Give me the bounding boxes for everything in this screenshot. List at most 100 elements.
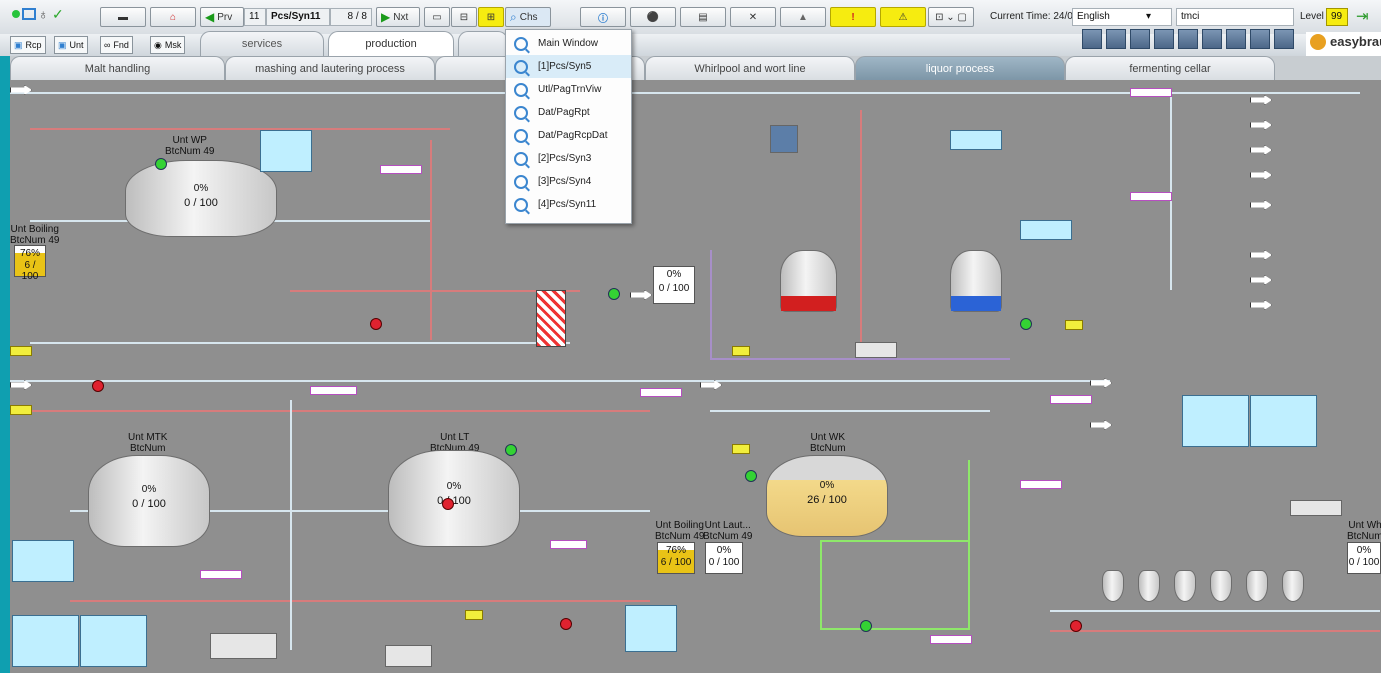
liquor-tank-1[interactable] (780, 250, 837, 312)
recipe-button[interactable]: ▣ Rcp (10, 36, 46, 54)
dropdown-item-dat-pagrcpdat[interactable]: Dat/PagRcpDat (506, 124, 631, 147)
info-box[interactable] (12, 540, 74, 582)
quick-button-6[interactable] (1202, 29, 1222, 49)
info-box[interactable] (260, 130, 312, 172)
unt-boiling-left-range: 6 / 100 (21, 260, 39, 282)
home-button[interactable]: ⌂ (150, 7, 196, 27)
dropdown-item-utl-pagtrnviw[interactable]: Utl/PagTrnViw (506, 78, 631, 101)
user-icon[interactable]: ♁ (38, 6, 49, 22)
unt-laut-gauge[interactable]: 0% 0 / 100 (705, 542, 743, 574)
print-button[interactable]: ▬ (100, 7, 146, 27)
subtab-liquor[interactable]: liquor process (855, 56, 1065, 80)
pump-running-icon[interactable] (745, 470, 757, 482)
dropdown-item-label: [2]Pcs/Syn3 (538, 153, 592, 164)
unt-boiling-left-gauge[interactable]: 76% 6 / 100 (14, 245, 46, 282)
unit-button[interactable]: ▣ Unt (54, 36, 88, 54)
unt-lt-vessel[interactable]: 0% 0 / 100 (388, 450, 520, 547)
control-panel[interactable] (1290, 500, 1342, 516)
tab-hidden[interactable] (458, 31, 508, 56)
quick-button-1[interactable] (1082, 29, 1102, 49)
quick-button-8[interactable] (1250, 29, 1270, 49)
layout-split-button[interactable]: ⊟ (451, 7, 477, 27)
user-field[interactable]: tmci (1176, 8, 1294, 26)
layout-grid-button[interactable]: ⊞ (478, 7, 504, 27)
quick-button-2[interactable] (1106, 29, 1126, 49)
dropdown-item-pcs-syn5[interactable]: [1]Pcs/Syn5 (506, 55, 631, 78)
info-button[interactable]: ⓘ (580, 7, 626, 27)
quick-button-9[interactable] (1274, 29, 1294, 49)
subtab-whirlpool[interactable]: Whirlpool and wort line (645, 56, 855, 80)
control-panel[interactable] (210, 633, 277, 659)
quick-button-4[interactable] (1154, 29, 1174, 49)
info-box[interactable] (1250, 395, 1317, 447)
info-box[interactable] (1182, 395, 1249, 447)
page-number-field[interactable]: 11 (244, 8, 266, 26)
alarm-button[interactable]: ! (830, 7, 876, 27)
traffic-light-button[interactable]: ⚫ (630, 7, 676, 27)
mask-button[interactable]: ◉ Msk (150, 36, 186, 54)
unt-wp-vessel[interactable]: 0% 0 / 100 (125, 160, 277, 237)
find-button[interactable]: ∞ Fnd (100, 36, 133, 54)
quick-button-7[interactable] (1226, 29, 1246, 49)
prev-button[interactable]: ◀ Prv (200, 7, 244, 27)
dropdown-item-pcs-syn4[interactable]: [3]Pcs/Syn4 (506, 170, 631, 193)
info-box[interactable] (12, 615, 79, 667)
bell-mute-button[interactable]: ✕ (730, 7, 776, 27)
fermenter-tank[interactable] (1174, 570, 1196, 602)
control-panel[interactable] (855, 342, 897, 358)
liquor-tank-2[interactable] (950, 250, 1002, 312)
info-box[interactable] (1020, 220, 1072, 240)
unt-mtk-vessel[interactable]: 0% 0 / 100 (88, 455, 210, 547)
layout-single-button[interactable]: ▭ (424, 7, 450, 27)
pump-running-icon[interactable] (505, 444, 517, 456)
flow-arrow (1250, 275, 1272, 285)
tab-production[interactable]: production (328, 31, 454, 56)
database-button[interactable]: ▤ (680, 7, 726, 27)
warning-button[interactable]: ⚠ (880, 7, 926, 27)
alarm-indicator-icon[interactable] (442, 498, 454, 510)
info-box[interactable] (625, 605, 677, 652)
alarm-indicator-icon[interactable] (92, 380, 104, 392)
subtab-fermenting[interactable]: fermenting cellar (1065, 56, 1275, 80)
heat-exchanger[interactable] (536, 290, 566, 347)
unt-whirl-gauge[interactable]: 0% 0 / 100 (1347, 542, 1381, 574)
fermenter-tank[interactable] (1138, 570, 1160, 602)
quick-button-3[interactable] (1130, 29, 1150, 49)
control-cabinet[interactable] (770, 125, 798, 153)
dropdown-item-pcs-syn11[interactable]: [4]Pcs/Syn11 (506, 193, 631, 216)
status-box (732, 444, 750, 454)
alarm-indicator-icon[interactable] (1070, 620, 1082, 632)
fermenter-tank[interactable] (1102, 570, 1124, 602)
pump-running-icon[interactable] (860, 620, 872, 632)
window-controls-button[interactable]: ⊡ ⌄ ▢ (928, 7, 974, 27)
pump-running-icon[interactable] (608, 288, 620, 300)
exit-icon[interactable]: ⇥ (1356, 7, 1369, 25)
next-button[interactable]: ▶ Nxt (376, 7, 420, 27)
subtab-mashing[interactable]: mashing and lautering process (225, 56, 435, 80)
checkmark-icon[interactable]: ✓ (52, 6, 64, 23)
pump-running-icon[interactable] (155, 158, 167, 170)
fermenter-tank[interactable] (1282, 570, 1304, 602)
info-box[interactable] (80, 615, 147, 667)
fermenter-tank[interactable] (1246, 570, 1268, 602)
alarm-indicator-icon[interactable] (560, 618, 572, 630)
pump-running-icon[interactable] (1020, 318, 1032, 330)
monitor-icon[interactable] (22, 8, 36, 20)
control-panel[interactable] (385, 645, 432, 667)
fermenter-tank[interactable] (1210, 570, 1232, 602)
language-select[interactable]: English ▾ (1072, 8, 1172, 26)
quick-button-5[interactable] (1178, 29, 1198, 49)
tab-services[interactable]: services (200, 31, 324, 56)
alarm-indicator-icon[interactable] (370, 318, 382, 330)
page-name-field[interactable]: Pcs/Syn11 (266, 8, 330, 26)
info-box[interactable] (950, 130, 1002, 150)
dropdown-item-pcs-syn3[interactable]: [2]Pcs/Syn3 (506, 147, 631, 170)
dropdown-item-main-window[interactable]: Main Window (506, 32, 631, 55)
chs-button[interactable]: ⌕ Chs (505, 7, 551, 27)
unt-wk-vessel[interactable]: 0% 26 / 100 (766, 455, 888, 537)
unt-boiling-mid-gauge[interactable]: 76% 6 / 100 (657, 542, 695, 574)
center-tank[interactable]: 0% 0 / 100 (653, 266, 695, 304)
dropdown-item-dat-pagrpt[interactable]: Dat/PagRpt (506, 101, 631, 124)
warning-gray-button[interactable]: ▲ (780, 7, 826, 27)
subtab-malt-handling[interactable]: Malt handling (10, 56, 225, 80)
